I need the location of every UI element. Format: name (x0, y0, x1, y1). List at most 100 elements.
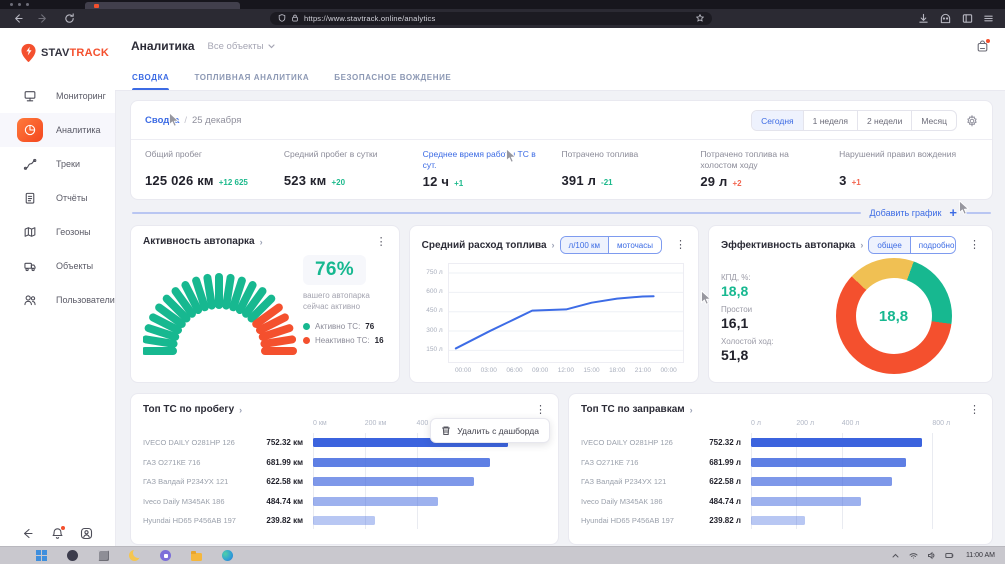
period-button[interactable]: Сегодня (752, 111, 803, 130)
url-input[interactable]: https://www.stavtrack.online/analytics (304, 14, 435, 23)
card-title[interactable]: Средний расход топлива (422, 240, 547, 251)
add-chart-plus-button[interactable]: + (949, 208, 957, 218)
back-icon[interactable] (12, 11, 23, 24)
add-chart-label[interactable]: Добавить график (869, 208, 941, 218)
card-title[interactable]: Топ ТС по заправкам (581, 404, 685, 415)
card-title[interactable]: Активность автопарка (143, 236, 255, 247)
kebab-menu-icon[interactable]: ⋮ (376, 238, 387, 246)
sidebar-item-analytics[interactable]: Аналитика (0, 113, 115, 147)
sidebar-item-geozones[interactable]: Геозоны (0, 215, 115, 249)
y-tick-label: 150 л (426, 346, 442, 353)
download-icon[interactable] (918, 11, 929, 24)
tab-fuel-analytics[interactable]: ТОПЛИВНАЯ АНАЛИТИКА (194, 73, 309, 90)
profile-icon[interactable] (80, 527, 93, 540)
battery-icon[interactable] (945, 551, 954, 560)
start-menu-icon[interactable] (36, 550, 47, 561)
browser-tab[interactable] (85, 2, 240, 9)
sidebar-item-objects[interactable]: Объекты (0, 249, 115, 283)
toggle-button[interactable]: л/100 км (561, 237, 608, 253)
kebab-menu-icon[interactable]: ⋮ (969, 406, 980, 414)
bar-track (751, 458, 980, 467)
shield-icon[interactable] (278, 14, 286, 22)
forward-icon[interactable] (38, 11, 49, 24)
card-title[interactable]: Топ ТС по пробегу (143, 404, 234, 415)
axis-pad (143, 418, 313, 433)
notifications-icon[interactable] (976, 40, 989, 53)
extensions-icon[interactable] (940, 11, 951, 24)
bar-axis: 0 л200 л400 л800 л (581, 418, 980, 433)
period-button[interactable]: 2 недели (857, 111, 911, 130)
bar-row: ГАЗ Валдай Р234УХ 121622.58 км (143, 472, 546, 492)
stat-label[interactable]: Среднее время работы ТС в сут. (423, 149, 562, 171)
stat-delta: +2 (732, 179, 741, 188)
kebab-menu-icon[interactable]: ⋮ (969, 241, 980, 249)
task-view-icon[interactable] (98, 550, 109, 561)
refresh-icon[interactable] (64, 11, 75, 24)
monitor-icon (17, 84, 43, 108)
stat-value-row: 391 л-21 (561, 173, 700, 188)
tray-chevron-icon[interactable] (891, 551, 900, 560)
url-bar[interactable]: https://www.stavtrack.online/analytics (270, 12, 712, 25)
stavtrack-logo[interactable]: STAVTRACK (0, 28, 115, 79)
gear-icon[interactable] (966, 115, 978, 127)
stat-label: Нарушений правил вождения (839, 149, 978, 170)
toggle-button[interactable]: подробно (910, 237, 956, 253)
bar[interactable] (313, 458, 490, 467)
chevron-right-icon[interactable]: › (552, 240, 555, 250)
period-button[interactable]: 1 неделя (803, 111, 857, 130)
chevron-right-icon[interactable]: › (690, 405, 693, 415)
bar[interactable] (751, 477, 892, 486)
chevron-right-icon[interactable]: › (260, 237, 263, 247)
file-explorer-icon[interactable] (191, 553, 202, 561)
objects-scope-dropdown[interactable]: Все объекты (208, 41, 275, 52)
kebab-menu-icon[interactable]: ⋮ (675, 241, 686, 249)
stat-delta: +12 625 (219, 178, 248, 187)
sidebar-item-users[interactable]: Пользователи (0, 283, 115, 317)
bar[interactable] (751, 497, 861, 506)
chevron-right-icon[interactable]: › (239, 405, 242, 415)
divider-line (965, 212, 991, 214)
menu-hamburger-icon[interactable] (983, 11, 994, 24)
sidebar-item-reports[interactable]: Отчёты (0, 181, 115, 215)
bar[interactable] (751, 516, 805, 525)
sidebar-item-monitoring[interactable]: Мониторинг (0, 79, 115, 113)
sidebar-item-label: Пользователи (56, 295, 115, 305)
logo-text-stav: STAV (41, 47, 70, 59)
stat-value: 523 км (284, 173, 327, 188)
purple-app-icon[interactable] (160, 550, 171, 561)
bar[interactable] (751, 438, 922, 447)
bar[interactable] (313, 497, 438, 506)
sidebar-item-label: Треки (56, 159, 80, 169)
bell-icon[interactable] (51, 527, 64, 540)
toggle-button[interactable]: общее (869, 237, 909, 253)
card-title[interactable]: Эффективность автопарка (721, 240, 855, 251)
kebab-menu-icon[interactable]: ⋮ (535, 406, 546, 414)
volume-icon[interactable] (927, 551, 936, 560)
summary-separator: / (184, 115, 187, 126)
chevron-right-icon[interactable]: › (860, 240, 863, 250)
summary-title-link[interactable]: Сводка (145, 115, 179, 126)
bar[interactable] (751, 458, 906, 467)
collapse-sidebar-icon[interactable] (22, 527, 35, 540)
wifi-icon[interactable] (909, 551, 918, 560)
bar[interactable] (313, 477, 474, 486)
vehicle-label: IVECO DAILY О281НР 126 (143, 438, 259, 447)
moon-app-icon[interactable] (129, 550, 140, 561)
axis-tick-label: 0 л (751, 420, 761, 427)
period-button[interactable]: Месяц (911, 111, 956, 130)
toggle-button[interactable]: моточасы (608, 237, 661, 253)
search-icon[interactable] (67, 550, 78, 561)
delete-from-dashboard-item[interactable]: Удалить с дашборда (457, 426, 539, 436)
window-controls[interactable] (10, 3, 29, 6)
bar[interactable] (313, 516, 375, 525)
sidebar-panel-icon[interactable] (962, 11, 973, 24)
axis-pad (581, 418, 751, 433)
sidebar-item-tracks[interactable]: Треки (0, 147, 115, 181)
tab-safe-driving[interactable]: БЕЗОПАСНОЕ ВОЖДЕНИЕ (334, 73, 451, 90)
browser-app-icon[interactable] (222, 550, 233, 561)
lock-icon[interactable] (291, 14, 299, 22)
x-axis-labels: 00:0003:0006:0009:0012:0015:0018:0021:00… (448, 363, 684, 376)
tab-summary[interactable]: СВОДКА (132, 73, 169, 90)
bookmark-star-icon[interactable] (696, 14, 704, 22)
browser-tabstrip (0, 0, 1005, 9)
